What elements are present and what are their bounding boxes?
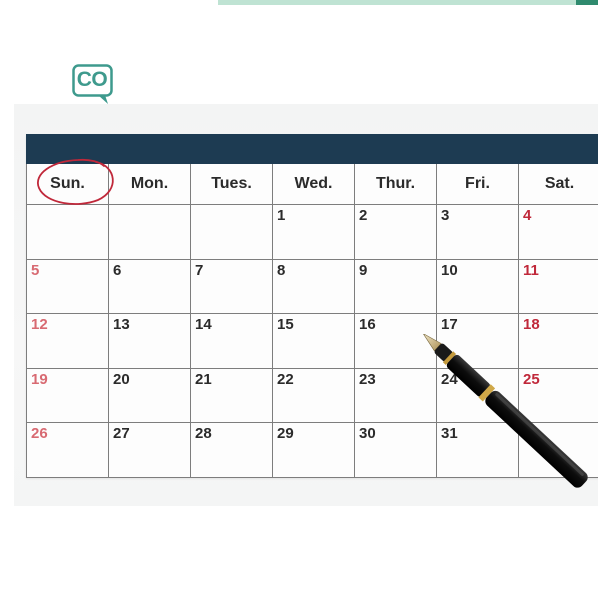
day-cell: 7 xyxy=(191,259,273,314)
weekday-header-0: Sun. xyxy=(27,164,109,205)
day-cell: 21 xyxy=(191,368,273,423)
day-cell: 15 xyxy=(273,314,355,369)
date-number: 15 xyxy=(277,316,294,333)
day-cell xyxy=(27,205,109,260)
day-cell xyxy=(191,205,273,260)
day-cell: 9 xyxy=(355,259,437,314)
date-number: 29 xyxy=(277,425,294,442)
day-cell: 17 xyxy=(437,314,519,369)
calendar-grid: Sun. Mon. Tues. Wed. Thur. Fri. Sat. 1 2 3 4 5 6 7 8 9 1… xyxy=(26,164,598,478)
date-number: 1 xyxy=(277,207,286,224)
date-number: 21 xyxy=(195,370,212,388)
weekday-header-2: Tues. xyxy=(191,164,273,205)
date-number: 5 xyxy=(31,261,40,279)
day-cell: 30 xyxy=(355,423,437,478)
day-cell: 2 xyxy=(355,205,437,260)
day-cell: 13 xyxy=(109,314,191,369)
date-number: 10 xyxy=(441,261,458,279)
date-number: 11 xyxy=(523,261,539,279)
day-cell: 5 xyxy=(27,259,109,314)
date-number: 13 xyxy=(113,316,130,333)
day-cell: 31 xyxy=(437,423,519,478)
calendar-header-band xyxy=(26,134,598,164)
day-cell: 6 xyxy=(109,259,191,314)
day-cell: 8 xyxy=(273,259,355,314)
day-cell: 24 xyxy=(437,368,519,423)
calendar-sheet: Sun. Mon. Tues. Wed. Thur. Fri. Sat. 1 2 3 4 5 6 7 8 9 1… xyxy=(26,134,598,478)
day-cell: 20 xyxy=(109,368,191,423)
day-cell: 4 xyxy=(519,205,598,260)
date-number: 6 xyxy=(113,261,122,279)
day-cell: 10 xyxy=(437,259,519,314)
top-accent-strip-end xyxy=(576,0,598,5)
date-number: 16 xyxy=(359,316,376,333)
day-cell: 18 xyxy=(519,314,598,369)
date-number: 4 xyxy=(523,207,532,224)
date-number: 14 xyxy=(195,316,212,333)
day-cell: 22 xyxy=(273,368,355,423)
date-number: 23 xyxy=(359,370,376,388)
day-cell: 29 xyxy=(273,423,355,478)
day-cell xyxy=(519,423,598,478)
date-number: 28 xyxy=(195,425,212,442)
date-number: 3 xyxy=(441,207,450,224)
date-number: 31 xyxy=(441,425,458,442)
date-number: 27 xyxy=(113,425,130,442)
chat-bubble-logo-icon: CO xyxy=(72,64,116,106)
weekday-header-6: Sat. xyxy=(519,164,598,205)
date-number: 12 xyxy=(31,316,48,333)
day-cell: 12 xyxy=(27,314,109,369)
day-cell: 25 xyxy=(519,368,598,423)
date-number: 22 xyxy=(277,370,294,388)
calendar-photo: Sun. Mon. Tues. Wed. Thur. Fri. Sat. 1 2 3 4 5 6 7 8 9 1… xyxy=(14,104,598,506)
day-cell: 11 xyxy=(519,259,598,314)
day-cell: 23 xyxy=(355,368,437,423)
date-number: 25 xyxy=(523,370,540,388)
day-cell: 3 xyxy=(437,205,519,260)
date-number: 18 xyxy=(523,316,540,333)
logo-text: CO xyxy=(76,68,108,91)
date-number: 24 xyxy=(441,370,458,388)
date-number: 8 xyxy=(277,261,286,279)
date-number: 7 xyxy=(195,261,204,279)
date-number: 26 xyxy=(31,425,48,442)
date-number: 2 xyxy=(359,207,368,224)
date-number: 17 xyxy=(441,316,458,333)
top-accent-strip xyxy=(218,0,598,5)
weekday-header-5: Fri. xyxy=(437,164,519,205)
date-number: 20 xyxy=(113,370,130,388)
day-cell: 28 xyxy=(191,423,273,478)
day-cell: 26 xyxy=(27,423,109,478)
date-number: 30 xyxy=(359,425,376,442)
day-cell: 19 xyxy=(27,368,109,423)
date-number: 9 xyxy=(359,261,368,279)
day-cell: 16 xyxy=(355,314,437,369)
weekday-header-1: Mon. xyxy=(109,164,191,205)
date-number: 19 xyxy=(31,370,48,388)
weekday-header-4: Thur. xyxy=(355,164,437,205)
weekday-header-3: Wed. xyxy=(273,164,355,205)
day-cell: 1 xyxy=(273,205,355,260)
day-cell xyxy=(109,205,191,260)
day-cell: 14 xyxy=(191,314,273,369)
day-cell: 27 xyxy=(109,423,191,478)
